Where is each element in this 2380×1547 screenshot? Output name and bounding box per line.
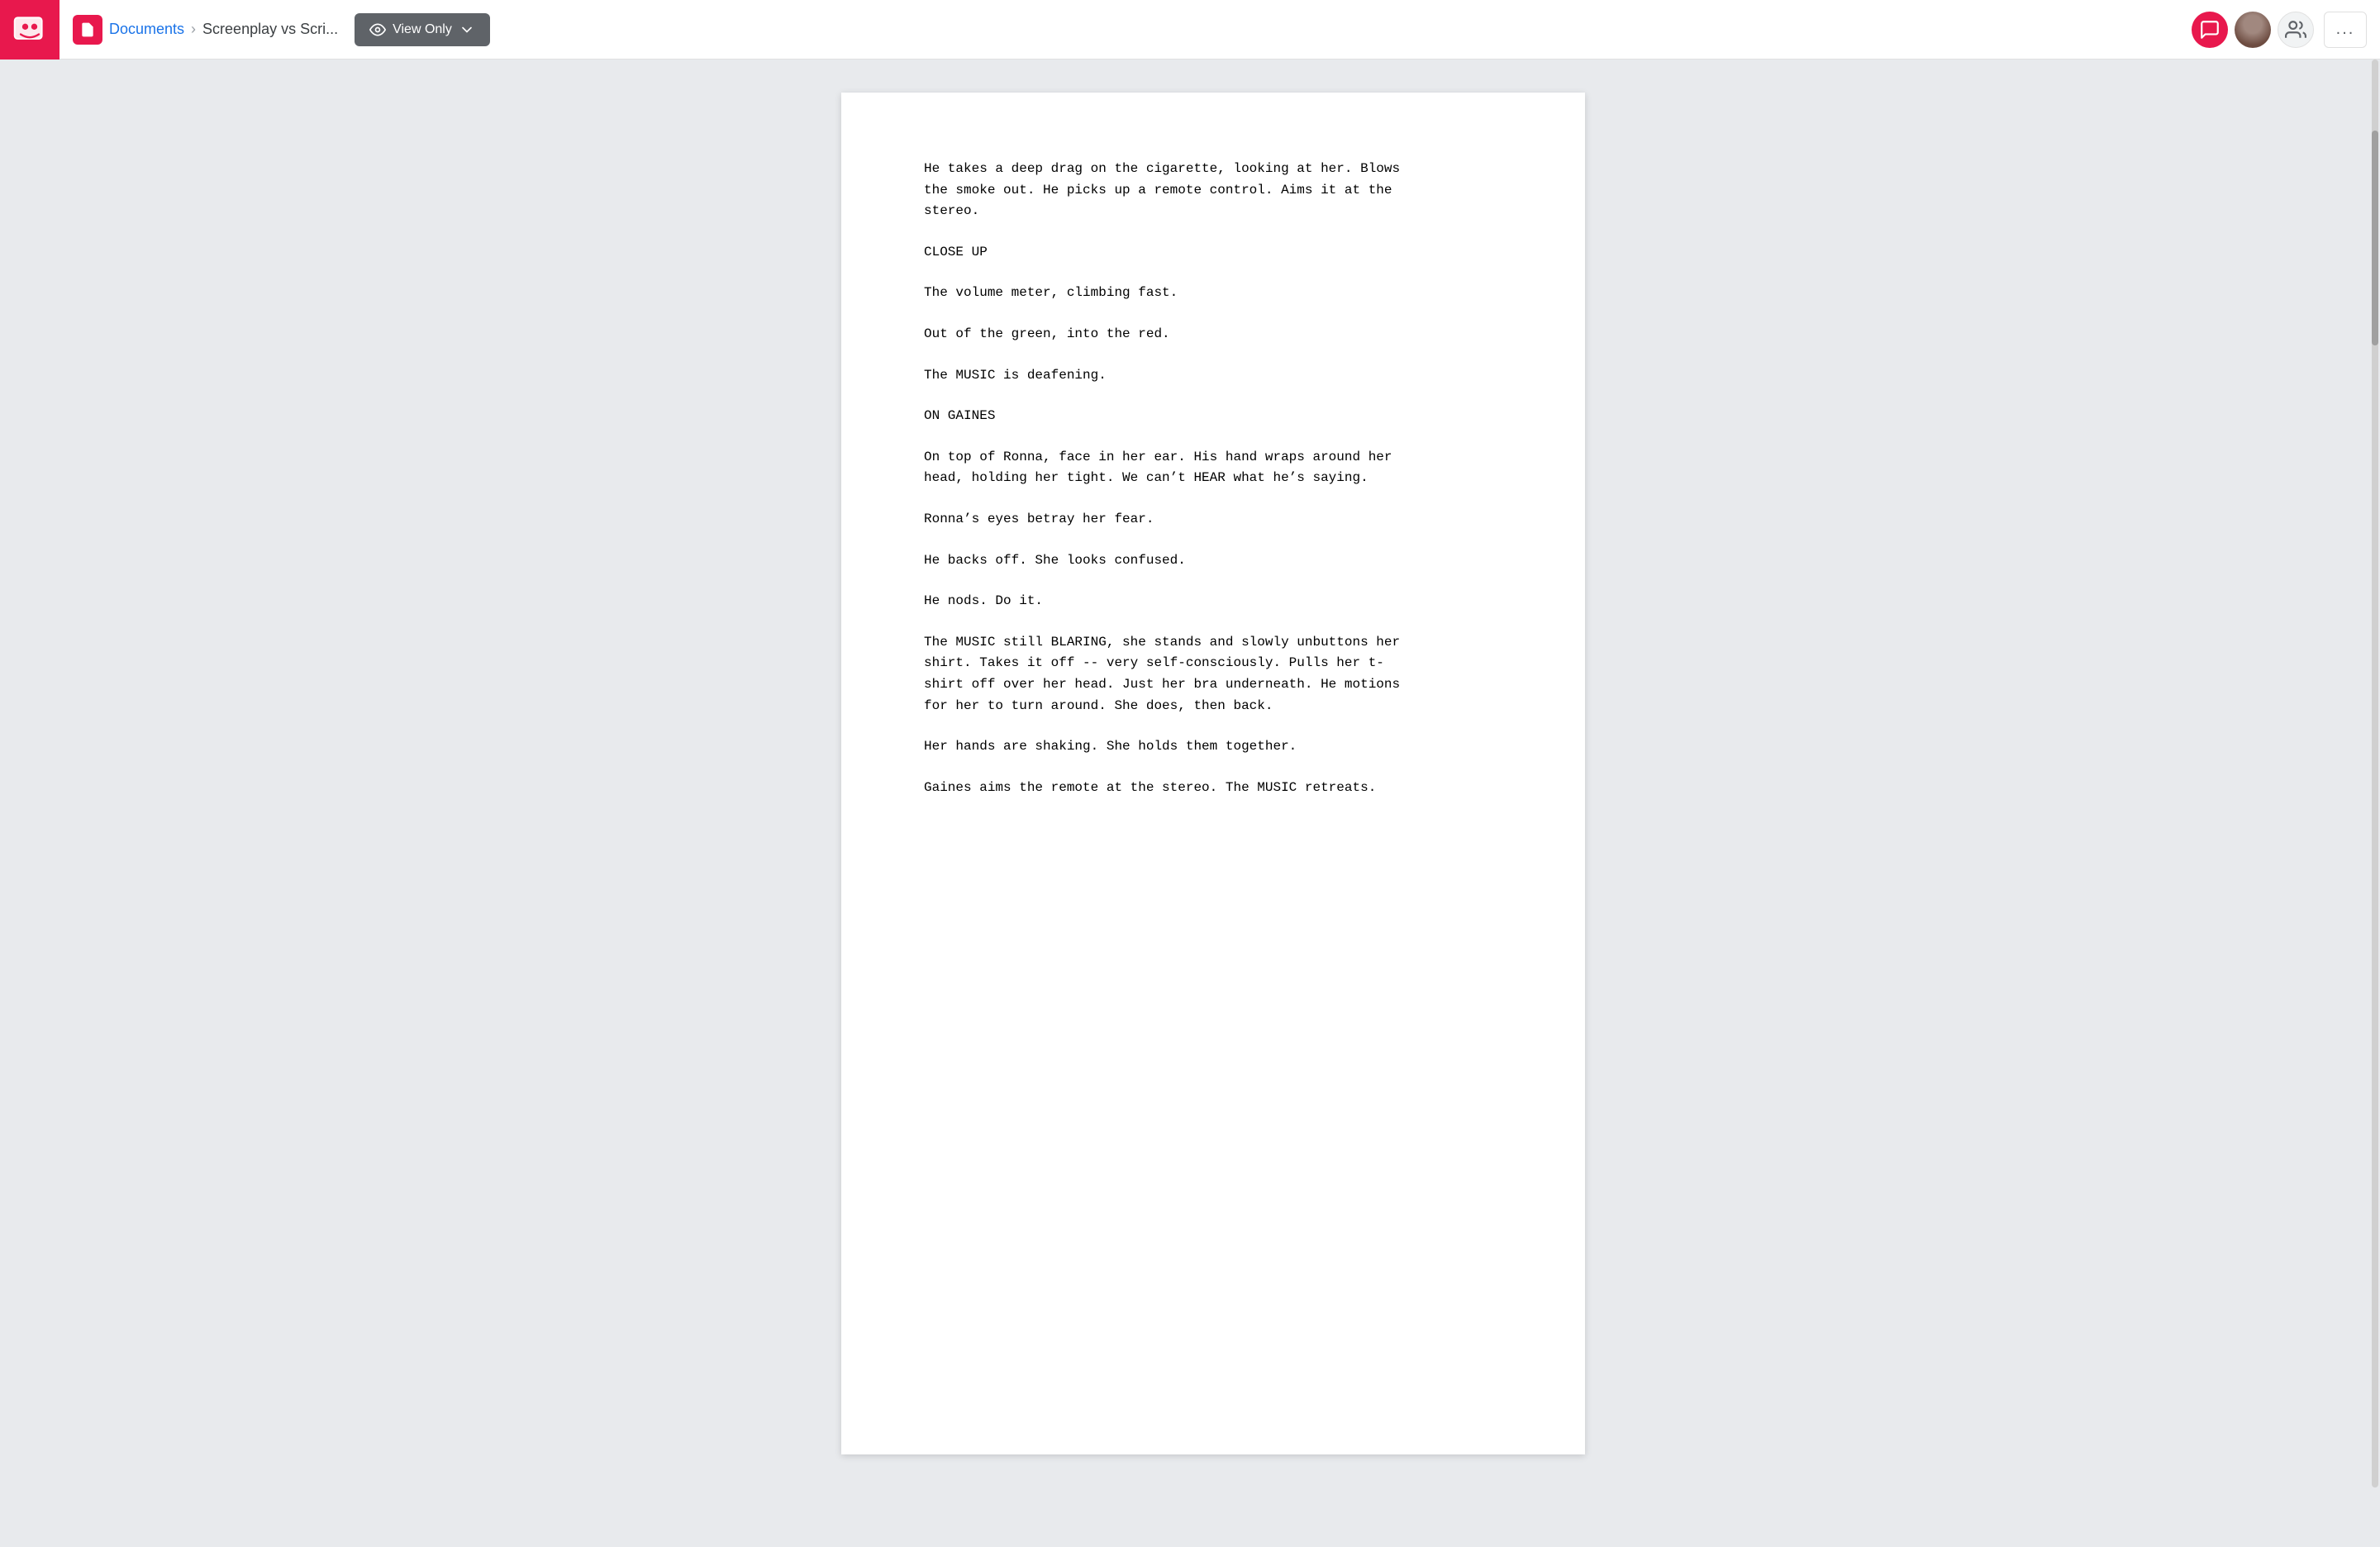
document-icon — [79, 21, 96, 38]
breadcrumb: Documents › Screenplay vs Scri... — [73, 15, 338, 45]
logo-icon — [12, 12, 48, 48]
screenplay-block: CLOSE UP — [924, 242, 1502, 264]
screenplay-block: The MUSIC still BLARING, she stands and … — [924, 632, 1502, 716]
main-content: He takes a deep drag on the cigarette, l… — [0, 60, 2380, 1488]
screenplay-content: He takes a deep drag on the cigarette, l… — [924, 159, 1502, 798]
chat-button[interactable] — [2192, 12, 2228, 48]
doc-icon-wrapper — [73, 15, 102, 45]
people-icon — [2285, 19, 2306, 40]
screenplay-block: Gaines aims the remote at the stereo. Th… — [924, 778, 1502, 799]
user-avatar[interactable] — [2235, 12, 2271, 48]
screenplay-block: Out of the green, into the red. — [924, 324, 1502, 345]
breadcrumb-current: Screenplay vs Scri... — [202, 21, 338, 38]
screenplay-block: ON GAINES — [924, 406, 1502, 427]
right-panel — [2367, 60, 2380, 1488]
screenplay-block: The MUSIC is deafening. — [924, 365, 1502, 387]
view-only-button[interactable]: View Only — [355, 13, 490, 46]
eye-icon — [369, 21, 386, 38]
left-sidebar — [0, 60, 60, 1488]
screenplay-block: He nods. Do it. — [924, 591, 1502, 612]
more-dots: ... — [2336, 20, 2355, 39]
navbar-right: ... — [2192, 12, 2367, 48]
screenplay-block: Ronna’s eyes betray her fear. — [924, 509, 1502, 531]
scrollbar-track[interactable] — [2372, 60, 2378, 1488]
screenplay-block: He takes a deep drag on the cigarette, l… — [924, 159, 1502, 222]
chevron-down-icon — [459, 21, 475, 38]
avatar-image — [2235, 12, 2271, 48]
people-button[interactable] — [2278, 12, 2314, 48]
screenplay-block: Her hands are shaking. She holds them to… — [924, 736, 1502, 758]
scrollbar-thumb[interactable] — [2372, 131, 2378, 345]
navbar: Documents › Screenplay vs Scri... View O… — [0, 0, 2380, 60]
more-button[interactable]: ... — [2324, 12, 2367, 48]
app-logo[interactable] — [0, 0, 60, 60]
document-wrapper[interactable]: He takes a deep drag on the cigarette, l… — [60, 60, 2367, 1488]
screenplay-block: The volume meter, climbing fast. — [924, 283, 1502, 304]
breadcrumb-separator: › — [191, 21, 196, 38]
view-only-label: View Only — [393, 22, 452, 37]
screenplay-block: He backs off. She looks confused. — [924, 550, 1502, 572]
breadcrumb-home[interactable]: Documents — [109, 21, 184, 38]
screenplay-block: On top of Ronna, face in her ear. His ha… — [924, 447, 1502, 489]
chat-icon — [2199, 19, 2221, 40]
document-page: He takes a deep drag on the cigarette, l… — [841, 93, 1585, 1454]
